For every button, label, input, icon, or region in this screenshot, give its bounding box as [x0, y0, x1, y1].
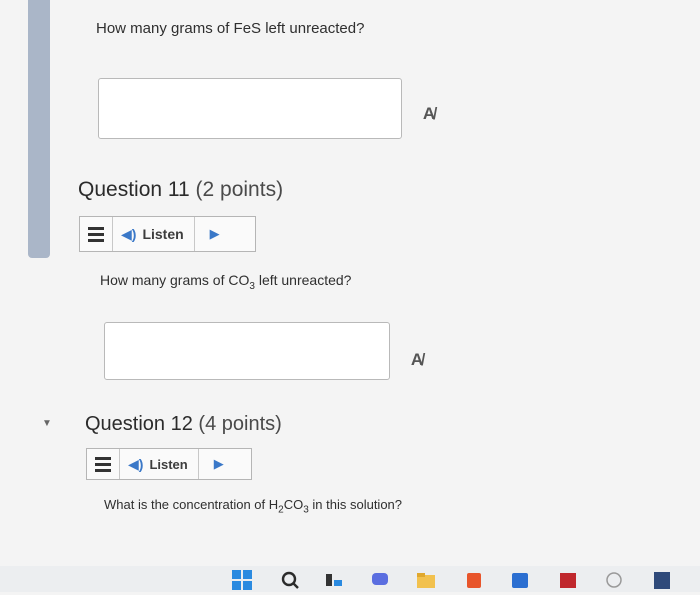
- question-12-text: What is the concentration of H2CO3 in th…: [104, 497, 403, 516]
- play-icon[interactable]: ▶: [199, 449, 239, 479]
- listen-button[interactable]: ◀) Listen: [119, 449, 199, 479]
- listen-toolbar-q11[interactable]: ◀) Listen ▶: [79, 216, 256, 252]
- play-icon[interactable]: ▶: [195, 217, 235, 251]
- question-10-answer-input[interactable]: [98, 78, 402, 139]
- word-icon[interactable]: [510, 570, 530, 590]
- spellcheck-icon[interactable]: A̸: [404, 350, 430, 372]
- question-10-text: How many grams of FeS left unreacted?: [96, 20, 365, 37]
- question-11-text: How many grams of CO3 left unreacted?: [100, 272, 352, 292]
- app-icon[interactable]: [604, 570, 624, 590]
- file-explorer-icon[interactable]: [416, 570, 436, 590]
- question-11-heading: Question 11 (2 points): [78, 178, 284, 201]
- speaker-icon: ◀): [121, 225, 137, 242]
- app-icon[interactable]: [558, 570, 578, 590]
- task-view-icon[interactable]: [324, 570, 344, 590]
- office-icon[interactable]: [464, 570, 484, 590]
- app-icon[interactable]: [652, 570, 672, 590]
- spellcheck-icon[interactable]: A̸: [416, 104, 442, 126]
- hamburger-menu-icon[interactable]: [87, 449, 119, 479]
- windows-taskbar: [0, 566, 700, 592]
- question-progress-bar: [28, 0, 50, 258]
- question-12-heading: Question 12 (4 points): [85, 413, 282, 435]
- collapse-arrow-icon[interactable]: ▼: [42, 418, 52, 429]
- windows-start-icon[interactable]: [232, 570, 252, 590]
- hamburger-menu-icon[interactable]: [80, 217, 112, 251]
- listen-toolbar-q12[interactable]: ◀) Listen ▶: [86, 448, 252, 480]
- question-11-answer-input[interactable]: [104, 322, 390, 380]
- listen-button[interactable]: ◀) Listen: [112, 217, 195, 251]
- chat-icon[interactable]: [370, 570, 390, 590]
- speaker-icon: ◀): [128, 455, 144, 472]
- search-icon[interactable]: [280, 570, 300, 590]
